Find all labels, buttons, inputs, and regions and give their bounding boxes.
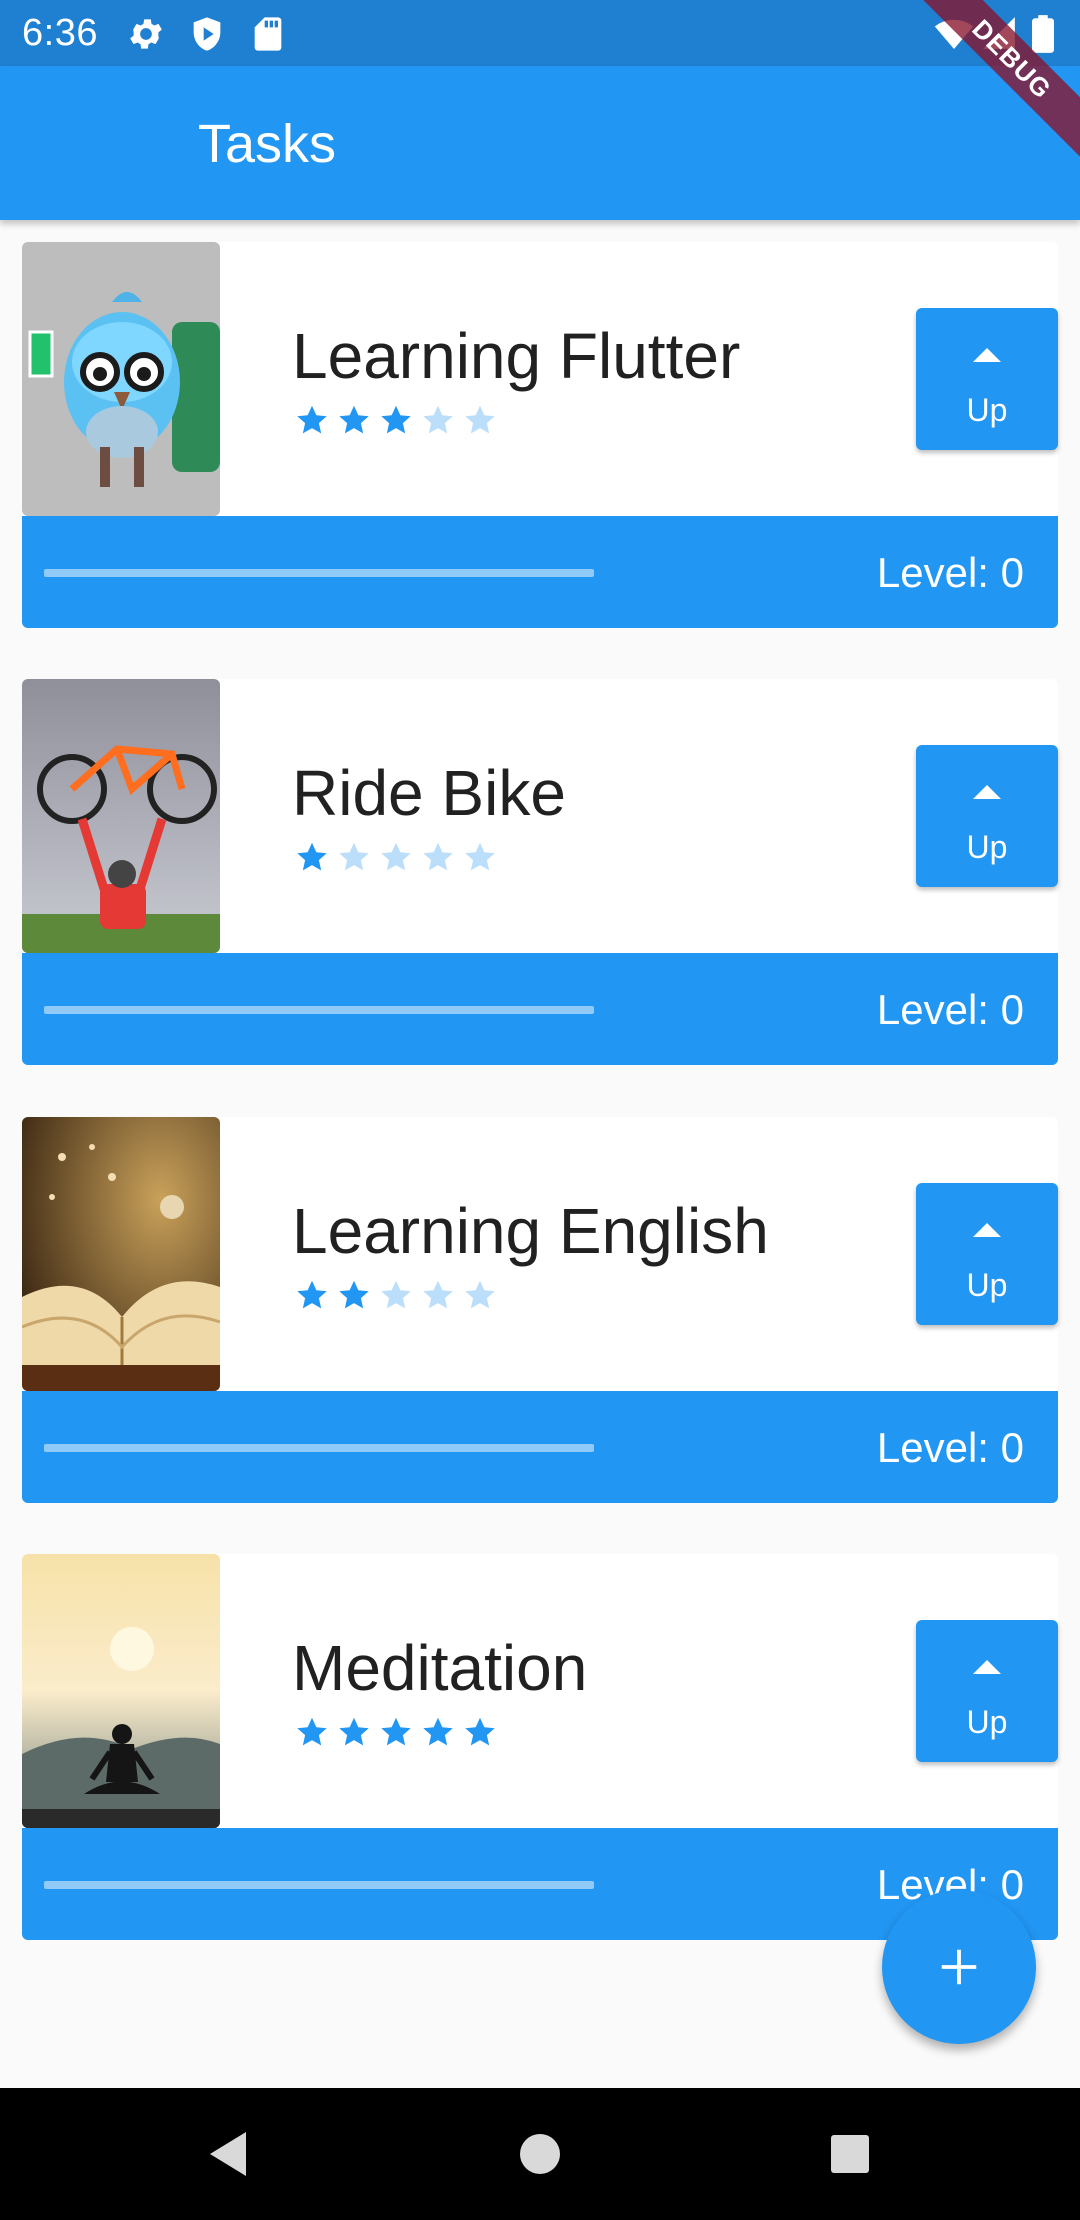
card-header: Meditation Up [22, 1554, 1058, 1828]
arrow-up-icon [973, 1223, 1001, 1237]
level-label: Level: 0 [876, 1424, 1024, 1471]
task-image [22, 679, 220, 953]
plus-icon [941, 1949, 977, 1985]
page-title: Tasks [198, 114, 337, 174]
difficulty-stars [294, 1714, 504, 1754]
star-filled-icon [336, 1277, 378, 1317]
star-filled-icon [294, 402, 336, 442]
up-button-label: Up [966, 1704, 1008, 1740]
star-filled-icon [378, 402, 420, 442]
progress-bar [44, 569, 594, 577]
star-filled-icon [420, 1714, 462, 1754]
up-button-label: Up [966, 829, 1008, 865]
star-empty-icon [462, 839, 504, 879]
task-image [22, 242, 220, 516]
arrow-up-icon [973, 785, 1001, 799]
add-task-button[interactable] [882, 1890, 1036, 2044]
star-empty-icon [336, 839, 378, 879]
task-name: Meditation [292, 1632, 588, 1704]
app-bar: Tasks [0, 66, 1080, 220]
task-name: Learning Flutter [292, 320, 741, 392]
star-empty-icon [462, 1277, 504, 1317]
card-header: Learning English Up [22, 1117, 1058, 1391]
star-filled-icon [336, 1714, 378, 1754]
star-filled-icon [294, 1714, 336, 1754]
task-name: Ride Bike [292, 757, 566, 829]
arrow-up-icon [973, 348, 1001, 362]
star-filled-icon [336, 402, 378, 442]
task-image [22, 1554, 220, 1828]
star-filled-icon [294, 1277, 336, 1317]
up-button-label: Up [966, 392, 1008, 428]
sd-card-icon [248, 14, 288, 54]
level-up-button[interactable]: Up [916, 1183, 1058, 1325]
shield-icon [187, 14, 227, 54]
star-empty-icon [420, 839, 462, 879]
star-filled-icon [378, 1714, 420, 1754]
progress-bar [44, 1444, 594, 1452]
card-header: Learning Flutter Up [22, 242, 1058, 516]
arrow-up-icon [973, 1660, 1001, 1674]
star-empty-icon [462, 402, 504, 442]
up-button-label: Up [966, 1267, 1008, 1303]
level-label: Level: 0 [876, 986, 1024, 1033]
task-name: Learning English [292, 1195, 769, 1267]
star-empty-icon [378, 1277, 420, 1317]
progress-bar [44, 1881, 594, 1889]
level-label: Level: 0 [876, 549, 1024, 596]
status-bar: 6:36 [0, 0, 1080, 66]
task-card: Learning English Up Level: 0 [22, 1117, 1058, 1503]
card-header: Ride Bike Up [22, 679, 1058, 953]
star-empty-icon [420, 402, 462, 442]
card-footer: Level: 0 [22, 953, 1058, 1065]
task-card: Learning Flutter Up Level: 0 [22, 242, 1058, 628]
card-footer: Level: 0 [22, 516, 1058, 628]
level-up-button[interactable]: Up [916, 745, 1058, 887]
task-image [22, 1117, 220, 1391]
task-card: Ride Bike Up Level: 0 [22, 679, 1058, 1065]
difficulty-stars [294, 402, 504, 442]
level-up-button[interactable]: Up [916, 1620, 1058, 1762]
back-icon[interactable] [198, 2122, 262, 2186]
level-up-button[interactable]: Up [916, 308, 1058, 450]
star-empty-icon [378, 839, 420, 879]
star-filled-icon [294, 839, 336, 879]
difficulty-stars [294, 839, 504, 879]
status-time: 6:36 [22, 12, 98, 54]
home-icon[interactable] [508, 2122, 572, 2186]
recents-icon[interactable] [818, 2122, 882, 2186]
task-card: Meditation Up Level: 0 [22, 1554, 1058, 1940]
difficulty-stars [294, 1277, 504, 1317]
card-footer: Level: 0 [22, 1391, 1058, 1503]
gear-icon [126, 14, 166, 54]
system-nav-bar [0, 2088, 1080, 2220]
star-filled-icon [462, 1714, 504, 1754]
progress-bar [44, 1006, 594, 1014]
star-empty-icon [420, 1277, 462, 1317]
